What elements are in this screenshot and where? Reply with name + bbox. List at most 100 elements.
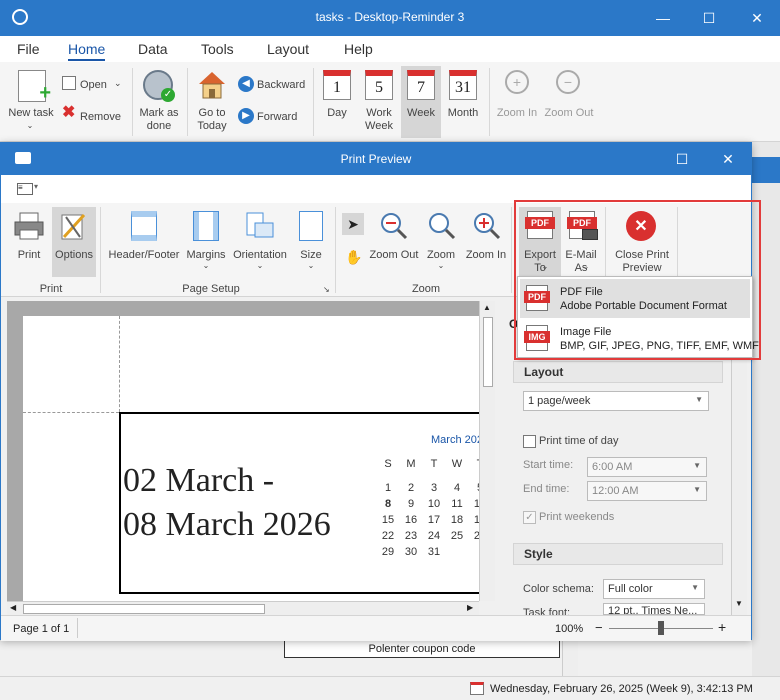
chevron-down-icon[interactable]: ▾ [34, 182, 38, 191]
options-icon[interactable] [58, 211, 88, 241]
margins-icon[interactable] [193, 211, 219, 241]
preview-page: 02 March - 08 March 2026 March 2026 S M … [23, 316, 489, 601]
zoom-out-button[interactable]: Zoom Out [367, 249, 421, 261]
day-view-button[interactable]: Day [318, 107, 356, 120]
quick-access-menu-icon[interactable]: ≡ [17, 183, 33, 195]
size-icon[interactable] [299, 211, 323, 241]
home-icon[interactable] [197, 70, 227, 100]
minimize-icon[interactable]: — [640, 0, 686, 36]
print-weekends-checkbox[interactable]: ✓ [523, 511, 536, 524]
margins-button[interactable]: Margins [185, 249, 227, 261]
forward-button[interactable]: Forward [257, 111, 297, 124]
print-preview-status-bar: Page 1 of 1 100% − + [1, 615, 751, 641]
main-zoom-out-button[interactable]: Zoom Out [542, 107, 596, 120]
zoom-out-icon: − [556, 70, 580, 94]
main-zoom-in-button[interactable]: Zoom In [494, 107, 540, 120]
orientation-button[interactable]: Orientation [229, 249, 291, 261]
chevron-down-icon: ⌄ [26, 121, 34, 130]
background-scrollbar[interactable] [562, 640, 578, 676]
pp-maximize-icon[interactable]: ☐ [659, 143, 705, 175]
mark-as-done-icon[interactable]: ✓ [143, 70, 175, 102]
day-calendar-icon[interactable]: 1 [323, 70, 351, 100]
color-schema-label: Color schema: [523, 583, 594, 595]
group-zoom-label: Zoom [411, 283, 441, 295]
main-title-bar: tasks - Desktop-Reminder 3 — ☐ ✕ [0, 0, 780, 36]
new-task-icon[interactable]: + [18, 70, 51, 104]
open-icon [62, 76, 76, 90]
month-view-button[interactable]: Month [444, 107, 482, 120]
zoom-icon[interactable] [427, 211, 457, 241]
end-time-select[interactable]: 12:00 AM ▼ [587, 481, 707, 501]
main-status-bar: Wednesday, February 26, 2025 (Week 9), 3… [0, 676, 780, 700]
start-time-select[interactable]: 6:00 AM ▼ [587, 457, 707, 477]
zoom-percentage: 100% [555, 623, 584, 635]
vertical-scroll-thumb [483, 317, 493, 387]
work-week-calendar-icon[interactable]: 5 [365, 70, 393, 100]
color-schema-select[interactable]: Full color ▼ [603, 579, 705, 599]
current-datetime: Wednesday, February 26, 2025 (Week 9), 3… [490, 683, 753, 695]
work-week-view-button[interactable]: Work Week [360, 107, 398, 133]
week-calendar-icon[interactable]: 7 [407, 70, 435, 100]
month-calendar-icon[interactable]: 31 [449, 70, 477, 100]
print-preview-title-bar: Print Preview ☐ ✕ [1, 143, 751, 175]
menu-data[interactable]: Data [138, 41, 168, 57]
chevron-down-icon: ⌄ [202, 261, 210, 270]
zoom-in-icon[interactable] [472, 211, 502, 241]
go-to-today-button[interactable]: Go to Today [190, 107, 234, 133]
menu-layout[interactable]: Layout [267, 41, 309, 57]
menu-tools[interactable]: Tools [201, 41, 234, 57]
header-footer-icon[interactable] [131, 211, 157, 241]
menu-help[interactable]: Help [344, 41, 373, 57]
mini-calendar: S M T W T 1 2 3 4 5 8 9 10 11 12 15 16 [381, 458, 486, 558]
header-footer-button[interactable]: Header/Footer [105, 249, 183, 261]
start-time-label: Start time: [523, 459, 574, 471]
print-weekends-label: Print weekends [539, 511, 615, 523]
zoom-out-icon[interactable] [379, 211, 409, 241]
main-menu-bar: File Home Data Tools Layout Help [0, 36, 780, 62]
zoom-in-icon: + [505, 70, 529, 94]
task-font-select[interactable]: 12 pt., Times Ne... [603, 603, 705, 615]
layout-select[interactable]: 1 page/week ▼ [523, 391, 709, 411]
quick-access-toolbar: ≡ ▾ [1, 175, 751, 203]
pp-close-icon[interactable]: ✕ [705, 143, 751, 175]
highlight-annotation-box [514, 200, 761, 360]
style-section-header[interactable]: Style [513, 543, 723, 565]
calendar-clock-icon [470, 682, 484, 695]
zoom-in-plus-icon[interactable]: + [718, 619, 726, 635]
preview-horizontal-scrollbar[interactable]: ◀ ▶ [7, 601, 479, 615]
print-time-checkbox[interactable] [523, 435, 536, 448]
print-time-label: Print time of day [539, 435, 619, 447]
backward-button[interactable]: Backward [257, 79, 305, 92]
zoom-in-button[interactable]: Zoom In [463, 249, 509, 261]
remove-button[interactable]: Remove [80, 111, 121, 124]
mark-as-done-button[interactable]: Mark as done [136, 107, 182, 133]
orientation-icon[interactable] [245, 211, 275, 241]
close-icon[interactable]: ✕ [734, 0, 780, 36]
maximize-icon[interactable]: ☐ [686, 0, 732, 36]
week-view-button[interactable]: Week [402, 107, 440, 120]
menu-home[interactable]: Home [68, 41, 106, 61]
open-dropdown-icon[interactable]: ⌄ [114, 77, 122, 90]
zoom-slider-thumb[interactable] [658, 621, 664, 635]
pointer-tool-icon[interactable]: ➤ [342, 213, 364, 235]
menu-file[interactable]: File [17, 41, 40, 57]
zoom-button[interactable]: Zoom [423, 249, 459, 261]
date-range-line2: 08 March 2026 [123, 506, 331, 543]
print-button[interactable]: Print [11, 249, 47, 261]
print-icon[interactable] [13, 211, 45, 241]
size-button[interactable]: Size [293, 249, 329, 261]
group-print-label: Print [39, 283, 63, 295]
options-button[interactable]: Options [52, 249, 96, 261]
open-button[interactable]: Open [80, 79, 107, 92]
chevron-down-icon: ⌄ [437, 261, 445, 270]
group-page-setup-label: Page Setup [182, 283, 240, 295]
preview-canvas[interactable]: 02 March - 08 March 2026 March 2026 S M … [7, 301, 491, 601]
dialog-launcher-icon[interactable]: ↘ [323, 285, 330, 294]
page-count: Page 1 of 1 [13, 623, 70, 635]
layout-section-header[interactable]: Layout [513, 361, 723, 383]
page-content-box: 02 March - 08 March 2026 March 2026 S M … [119, 412, 489, 594]
preview-vertical-scrollbar[interactable]: ▲ [479, 301, 495, 601]
zoom-out-minus-icon[interactable]: − [595, 620, 603, 635]
hand-tool-icon[interactable]: ✋ [345, 249, 362, 266]
date-range-line1: 02 March - [123, 462, 275, 499]
